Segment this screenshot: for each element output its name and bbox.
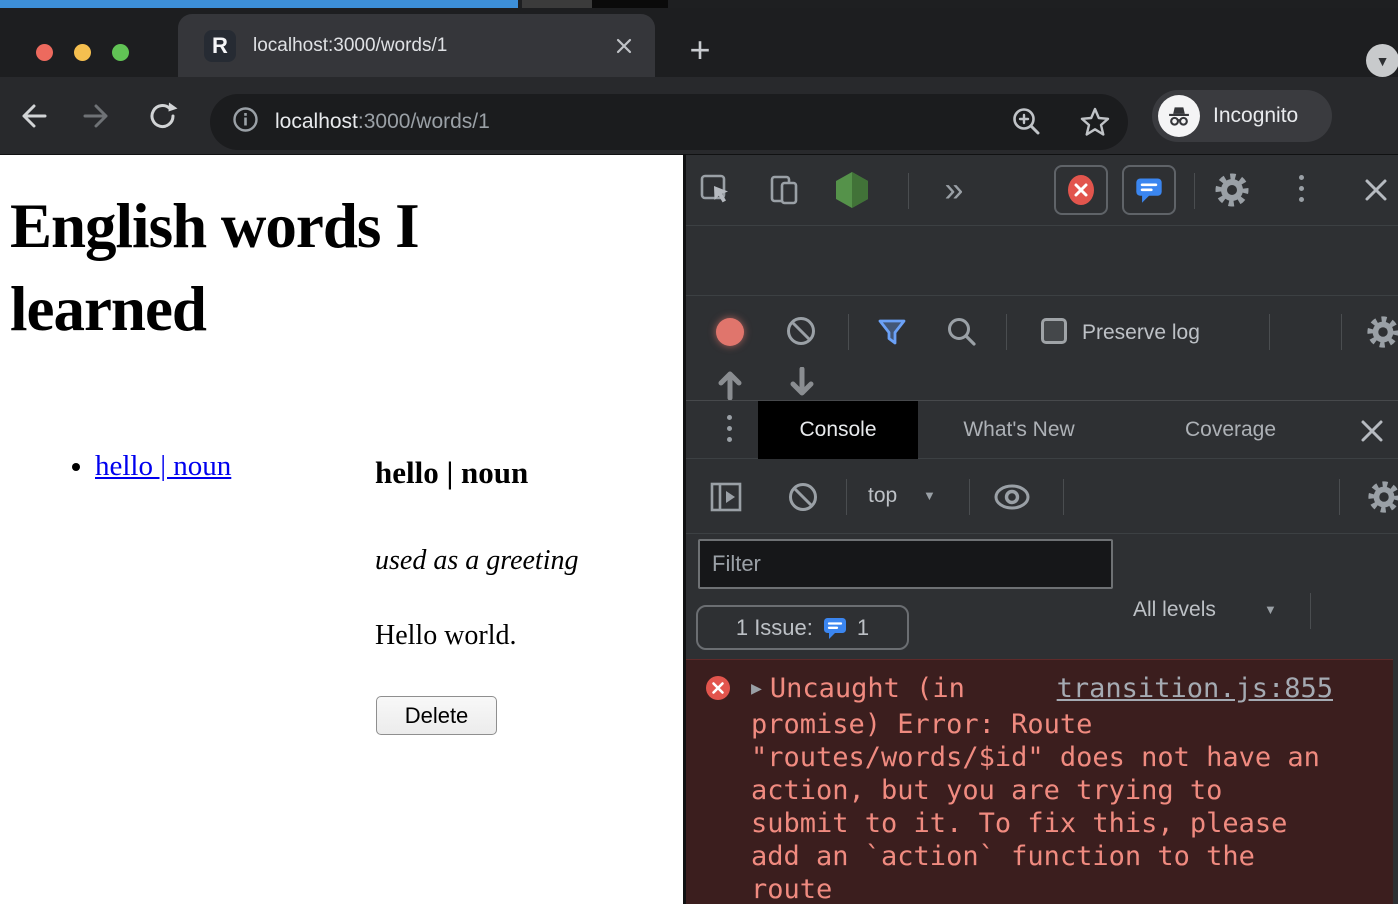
url-bar[interactable]: localhost:3000/words/1 (210, 94, 1128, 150)
log-levels-select[interactable]: All levels (1133, 598, 1216, 622)
url-path: :3000/words/1 (358, 110, 490, 133)
web-page: English words I learned hello | noun hel… (0, 155, 683, 904)
site-info-icon[interactable] (232, 106, 259, 138)
tab-whats-new[interactable]: What's New (939, 401, 1099, 459)
devtools-menu-icon[interactable] (1298, 175, 1304, 208)
new-tab-button[interactable]: + (683, 35, 717, 69)
devtools-main-toolbar: » (686, 155, 1398, 226)
log-levels-caret-icon[interactable]: ▼ (1264, 602, 1277, 617)
console-sidebar-toggle-icon[interactable] (708, 479, 744, 515)
console-settings-gear-icon[interactable] (1367, 480, 1398, 514)
back-icon[interactable] (16, 99, 50, 133)
background-window-strip (0, 0, 1398, 8)
error-source-link[interactable]: transition.js:855 (1057, 672, 1333, 705)
tab-search-button[interactable]: ▼ (1366, 44, 1398, 77)
error-message-block: transition.js:855 ▶Uncaught (in promise) … (751, 672, 1333, 904)
network-toolbar: Preserve log (686, 226, 1398, 296)
error-count-badge[interactable] (1054, 165, 1108, 215)
more-panels-icon[interactable]: » (934, 170, 974, 210)
minimize-window-button[interactable] (74, 44, 91, 61)
error-message-text: Uncaught (in promise) Error: Route "rout… (751, 673, 1320, 904)
browser-toolbar: localhost:3000/words/1 Incognito (0, 77, 1398, 155)
url-host: localhost (275, 110, 358, 133)
word-link[interactable]: hello | noun (95, 450, 231, 482)
remix-favicon-icon: R (204, 30, 236, 62)
network-conditions-row: Disable cache No throttling ▼ (686, 296, 1398, 356)
device-toolbar-icon[interactable] (766, 172, 802, 208)
forward-icon[interactable] (80, 99, 114, 133)
background-window-segment (522, 0, 592, 8)
clear-console-icon[interactable] (786, 480, 820, 514)
console-error-entry: transition.js:855 ▶Uncaught (in promise) … (686, 659, 1393, 904)
url-text: localhost:3000/words/1 (275, 110, 490, 134)
drawer-menu-icon[interactable] (726, 415, 732, 448)
tab-coverage[interactable]: Coverage (1173, 401, 1288, 459)
export-har-icon[interactable] (788, 367, 816, 400)
context-caret-icon[interactable]: ▼ (923, 488, 936, 503)
word-definition: used as a greeting (375, 545, 579, 577)
delete-button[interactable]: Delete (376, 696, 497, 735)
tab-console[interactable]: Console (758, 401, 918, 459)
expand-triangle-icon[interactable]: ▶ (751, 672, 762, 705)
issue-bubble-icon (822, 615, 848, 641)
drawer-close-icon[interactable] (1358, 417, 1386, 445)
issues-icon[interactable] (1122, 165, 1176, 215)
import-har-icon[interactable] (716, 367, 744, 400)
incognito-badge: Incognito (1152, 90, 1332, 142)
browser-tab[interactable]: R localhost:3000/words/1 (178, 14, 655, 77)
devtools-close-icon[interactable] (1358, 172, 1394, 208)
bookmark-star-icon[interactable] (1078, 105, 1112, 139)
live-expression-eye-icon[interactable] (992, 481, 1032, 513)
context-selector[interactable]: top (868, 484, 897, 508)
issues-count: 1 (857, 615, 869, 641)
issues-counter-button[interactable]: 1 Issue: 1 (696, 605, 909, 650)
background-window-highlight (0, 0, 518, 8)
inspect-element-icon[interactable] (698, 172, 734, 208)
word-list: hello | noun (0, 450, 231, 483)
console-drawer: Console What's New Coverage top ▼ (686, 400, 1398, 904)
word-detail-title: hello | noun (375, 455, 528, 491)
tab-close-icon[interactable] (613, 35, 635, 57)
browser-window: R localhost:3000/words/1 + ▼ localhost:3… (0, 0, 1398, 904)
fullscreen-window-button[interactable] (112, 44, 129, 61)
reload-icon[interactable] (146, 99, 180, 133)
tab-title: localhost:3000/words/1 (253, 35, 447, 57)
settings-gear-icon[interactable] (1214, 172, 1250, 208)
page-title: English words I learned (10, 185, 555, 351)
close-window-button[interactable] (36, 44, 53, 61)
list-item: hello | noun (95, 450, 231, 483)
console-toolbar: top ▼ (686, 459, 1398, 534)
word-example: Hello world. (375, 620, 517, 652)
console-filter-input[interactable] (698, 539, 1113, 589)
devtools-panel: » (683, 155, 1398, 904)
zoom-icon[interactable] (1010, 105, 1044, 139)
node-js-icon[interactable] (832, 170, 872, 210)
incognito-icon (1158, 95, 1200, 137)
error-icon (706, 676, 730, 700)
drawer-tab-bar: Console What's New Coverage (686, 401, 1398, 459)
incognito-label: Incognito (1213, 104, 1298, 128)
issues-label: 1 Issue: (736, 615, 813, 641)
tab-strip: R localhost:3000/words/1 + ▼ (0, 8, 1398, 77)
background-window-segment-dark (592, 0, 668, 8)
